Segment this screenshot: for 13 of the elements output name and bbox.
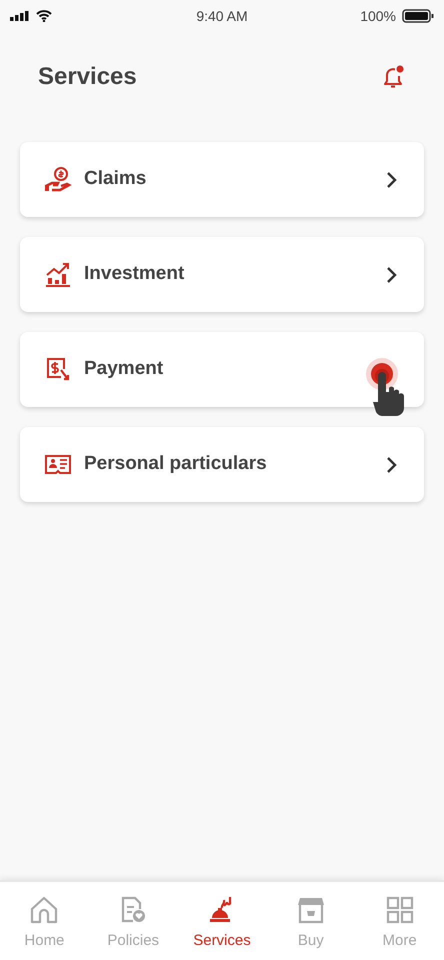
signal-icon [10, 11, 30, 21]
service-card[interactable]: Personal particulars [20, 427, 424, 502]
battery-icon [402, 9, 434, 23]
page-title: Services [38, 62, 137, 92]
bar-chart-icon [44, 260, 72, 288]
status-time: 9:40 AM [196, 6, 248, 26]
service-card[interactable]: Claims [20, 142, 424, 217]
tab-bar-item[interactable]: Services [178, 882, 266, 960]
coin-hand-icon [44, 166, 72, 194]
battery-percentage: 100% [360, 6, 396, 26]
service-card[interactable]: Payment [20, 332, 424, 407]
wifi-icon [36, 10, 52, 22]
service-card[interactable]: Investment [20, 237, 424, 312]
